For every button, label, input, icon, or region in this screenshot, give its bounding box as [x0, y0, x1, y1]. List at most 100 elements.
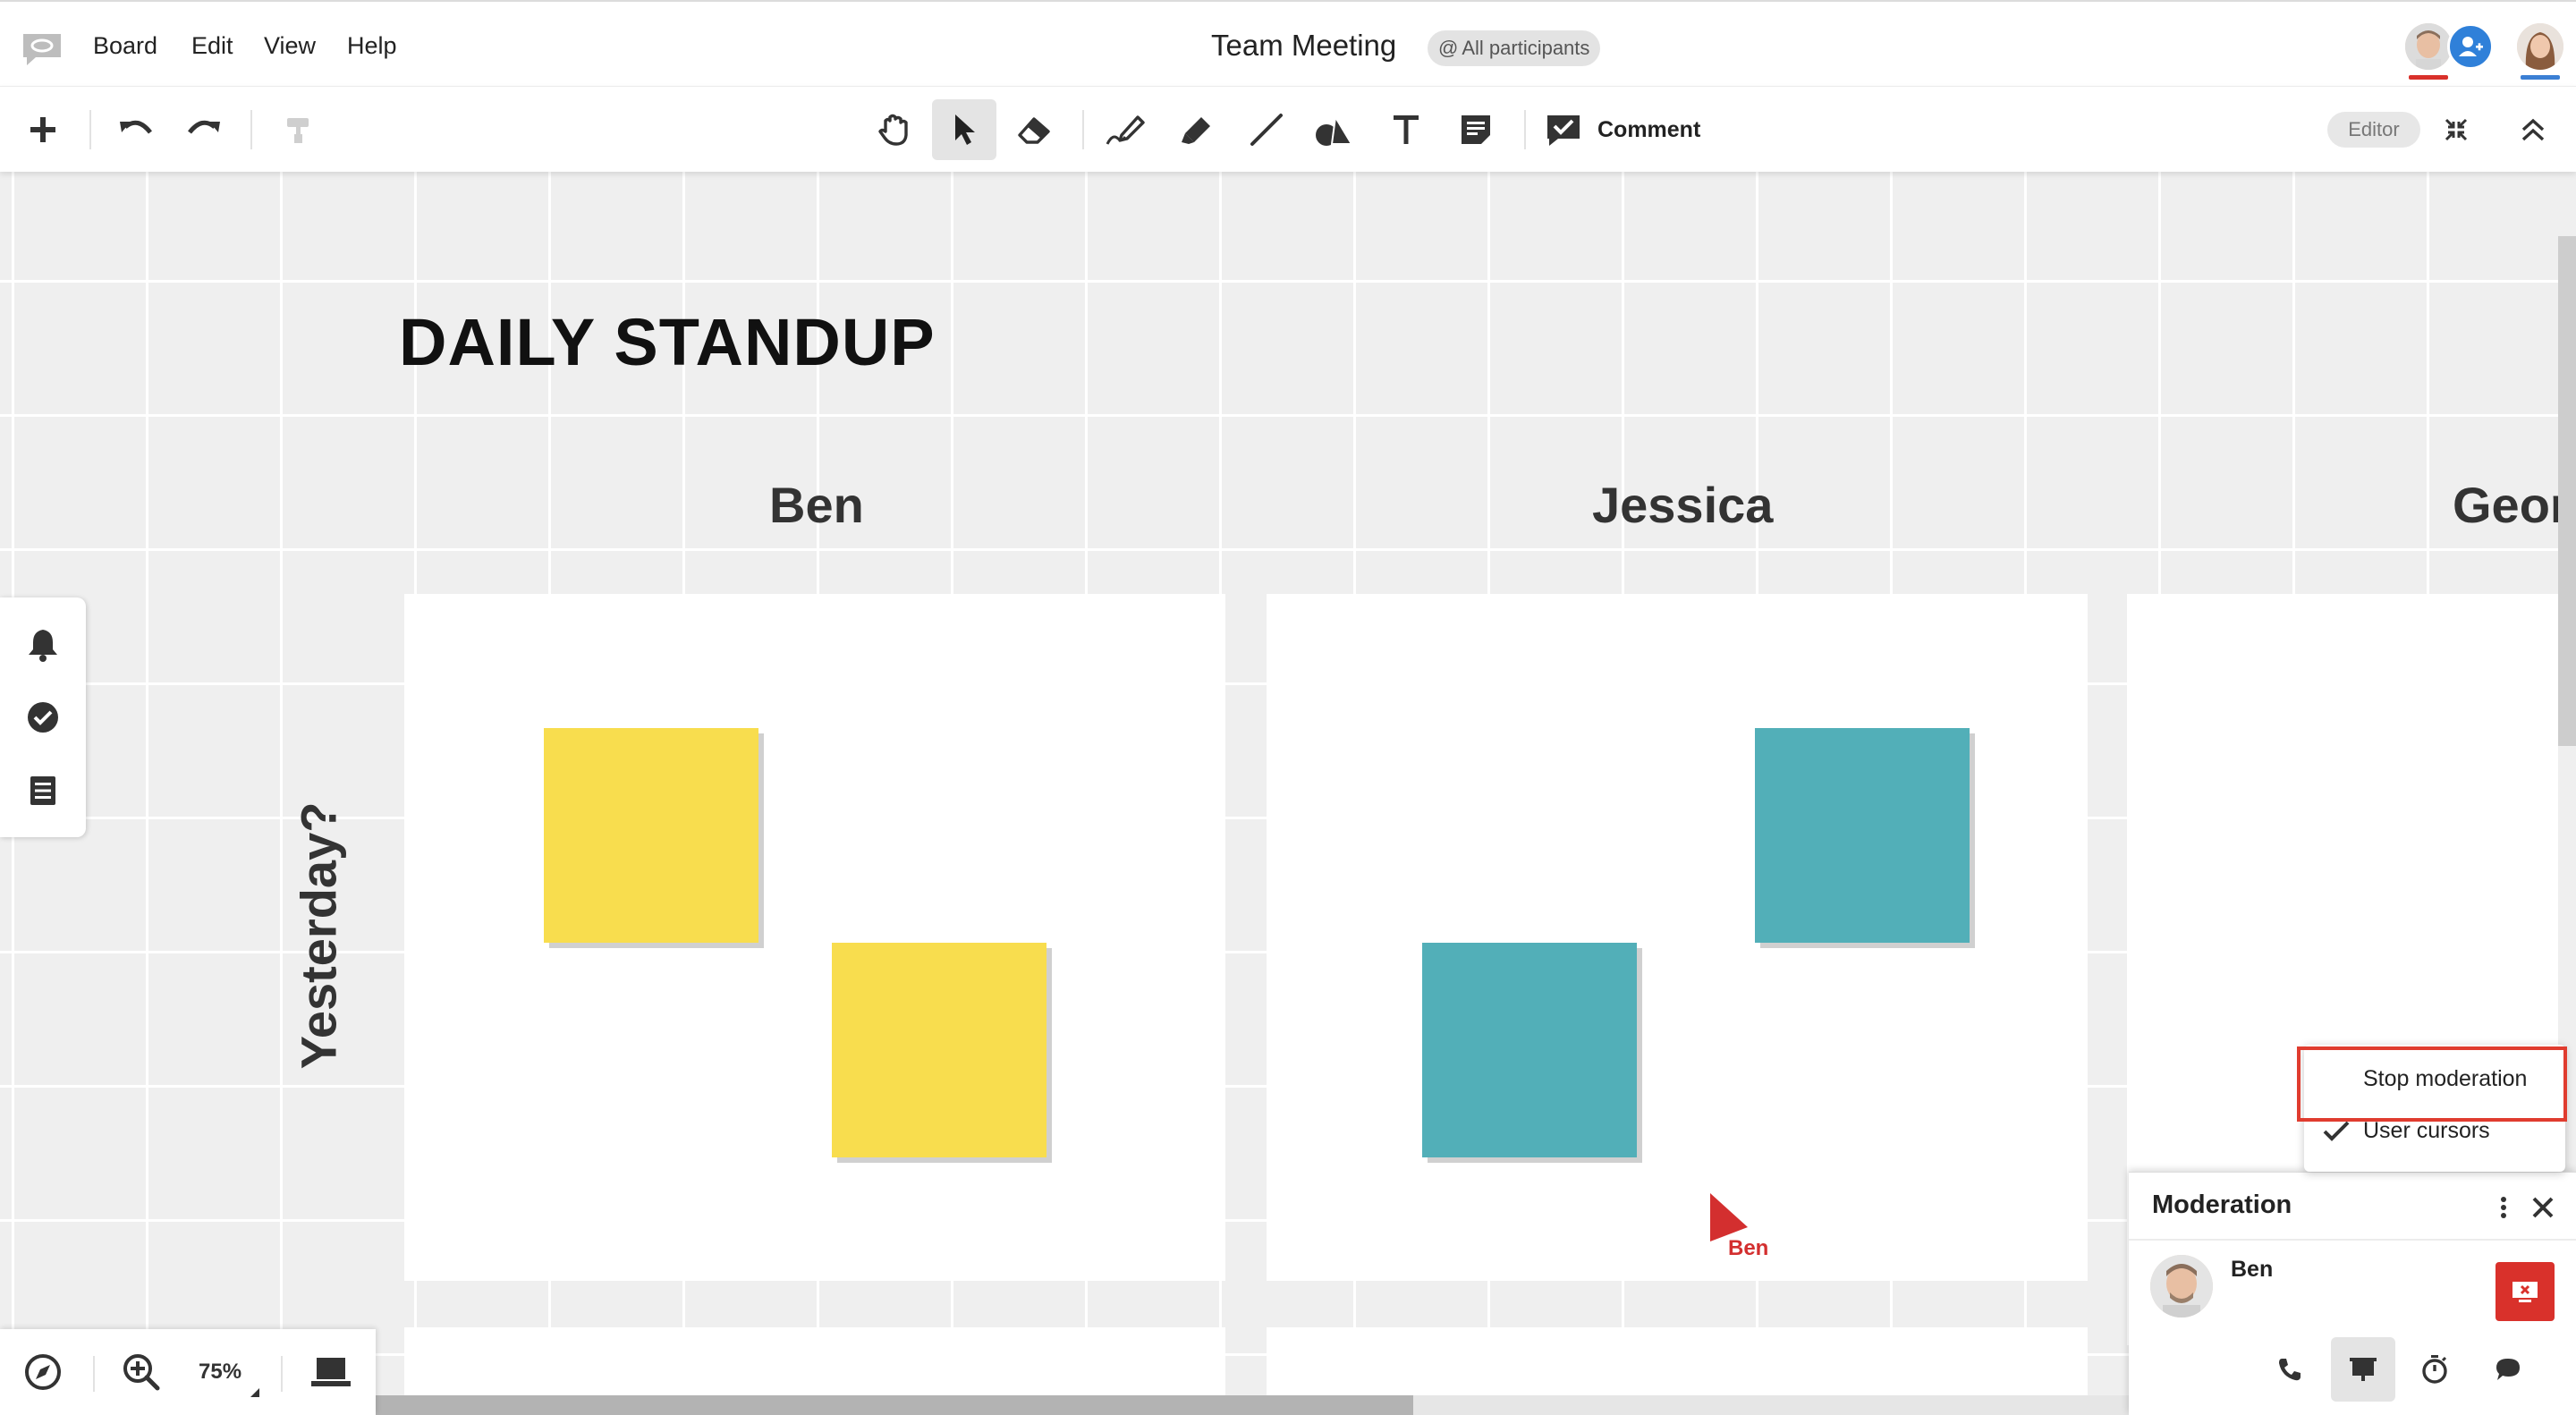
moderation-title: Moderation: [2152, 1190, 2292, 1219]
presentation-button[interactable]: [2331, 1337, 2395, 1402]
app-logo-icon[interactable]: [20, 30, 64, 68]
at-symbol: @: [1438, 37, 1459, 59]
close-moderation-button[interactable]: [2528, 1192, 2558, 1223]
highlighter-tool-button[interactable]: [1165, 99, 1229, 160]
stop-presenting-button[interactable]: [2496, 1262, 2555, 1321]
bottom-controls: 75%: [0, 1329, 376, 1415]
eraser-icon: [1018, 117, 1050, 144]
row-label-yesterday[interactable]: Yesterday?: [290, 802, 348, 1070]
remote-cursor-label: Ben: [1728, 1236, 1769, 1260]
board-heading[interactable]: DAILY STANDUP: [399, 304, 936, 380]
timer-icon: [2422, 1355, 2447, 1384]
moderation-context-menu: Stop moderation User cursors: [2304, 1045, 2565, 1172]
redo-icon: [188, 120, 220, 134]
comment-icon: [1547, 115, 1580, 146]
sticky-note[interactable]: [1755, 728, 1970, 943]
column-heading-jessica[interactable]: Jessica: [1592, 476, 1773, 534]
line-icon: [1250, 114, 1283, 146]
panel-divider: [2129, 1239, 2576, 1241]
chat-icon: [2496, 1359, 2520, 1380]
more-vertical-icon: [2501, 1197, 2506, 1218]
add-user-icon: [2459, 37, 2483, 56]
moderator-avatar: [2150, 1255, 2213, 1318]
zoom-in-icon: [123, 1354, 160, 1391]
toolbar-divider: [1082, 110, 1084, 149]
column-heading-george[interactable]: Geor: [2453, 476, 2570, 534]
participants-chip[interactable]: @ All participants: [1428, 30, 1601, 66]
presentation-mode-button[interactable]: [308, 1349, 354, 1395]
notifications-button[interactable]: [23, 624, 63, 664]
call-button[interactable]: [2258, 1337, 2322, 1402]
hand-icon: [878, 114, 908, 146]
zoom-level[interactable]: 75%: [199, 1360, 242, 1385]
format-painter-button[interactable]: [267, 99, 331, 160]
sticky-note-icon: [1462, 115, 1490, 144]
comment-button[interactable]: Comment: [1544, 106, 1700, 153]
fullscreen-button[interactable]: [2433, 99, 2479, 160]
comment-label: Comment: [1597, 116, 1701, 142]
user-cursors-menu-item[interactable]: User cursors: [2304, 1106, 2565, 1156]
select-tool-button[interactable]: [932, 99, 996, 160]
menu-view[interactable]: View: [264, 32, 316, 60]
line-tool-button[interactable]: [1234, 99, 1299, 160]
moderator-name: Ben: [2231, 1257, 2274, 1282]
board-title[interactable]: Team Meeting: [1211, 29, 1396, 63]
bottom-divider: [93, 1356, 95, 1392]
editor-role-badge[interactable]: Editor: [2327, 112, 2420, 148]
menu-board[interactable]: Board: [93, 32, 157, 60]
pen-icon: [1106, 115, 1145, 145]
more-options-button[interactable]: [2488, 1192, 2519, 1223]
format-painter-icon: [287, 118, 309, 143]
shapes-tool-button[interactable]: [1302, 99, 1367, 160]
presentation-icon: [2350, 1358, 2377, 1381]
close-icon: [2532, 1197, 2554, 1218]
text-tool-button[interactable]: [1374, 99, 1438, 160]
pen-tool-button[interactable]: [1093, 99, 1157, 160]
stop-moderation-menu-item[interactable]: Stop moderation: [2304, 1054, 2565, 1104]
eraser-tool-button[interactable]: [1002, 99, 1066, 160]
redo-button[interactable]: [172, 99, 236, 160]
bell-icon: [29, 630, 57, 662]
navigator-button[interactable]: [20, 1349, 66, 1395]
chat-button[interactable]: [2476, 1337, 2540, 1402]
sticky-note[interactable]: [1422, 943, 1637, 1157]
participant-color-bar: [2409, 75, 2448, 80]
highlighter-icon: [1182, 117, 1210, 144]
undo-button[interactable]: [104, 99, 168, 160]
zoom-in-button[interactable]: [118, 1349, 165, 1395]
vertical-scrollbar-thumb[interactable]: [2558, 236, 2576, 746]
undo-icon: [120, 120, 152, 134]
participant-avatar[interactable]: [2405, 23, 2452, 70]
toolbar-divider: [89, 110, 91, 149]
check-circle-icon: [28, 702, 58, 733]
add-button[interactable]: [11, 99, 75, 160]
toolbar-divider: [250, 110, 252, 149]
stop-moderation-label: Stop moderation: [2363, 1066, 2528, 1091]
outline-button[interactable]: [23, 771, 63, 810]
moderation-panel: Moderation Ben: [2129, 1172, 2576, 1415]
menu-help[interactable]: Help: [347, 32, 397, 60]
participant-color-bar: [2521, 75, 2560, 80]
phone-icon: [2279, 1359, 2301, 1381]
horizontal-scrollbar-thumb[interactable]: [376, 1395, 1413, 1415]
column-heading-ben[interactable]: Ben: [769, 476, 864, 534]
column-panel-ben[interactable]: [404, 594, 1225, 1281]
toolbar-divider: [1524, 110, 1526, 149]
left-side-panel: [0, 597, 86, 837]
user-cursors-label: User cursors: [2363, 1118, 2490, 1143]
sticky-note[interactable]: [544, 728, 758, 943]
tasks-button[interactable]: [23, 698, 63, 737]
collapse-toolbar-button[interactable]: [2510, 99, 2556, 160]
app-window: Board Edit View Help Team Meeting @ All …: [0, 0, 2576, 1415]
participant-avatar[interactable]: [2517, 23, 2563, 70]
timer-button[interactable]: [2402, 1337, 2467, 1402]
zoom-dropdown-caret-icon[interactable]: [250, 1388, 259, 1397]
menu-edit[interactable]: Edit: [191, 32, 233, 60]
sticky-note[interactable]: [832, 943, 1046, 1157]
sticky-note-tool-button[interactable]: [1444, 99, 1508, 160]
invite-user-button[interactable]: [2447, 23, 2494, 70]
compass-icon: [25, 1354, 61, 1390]
laptop-icon: [311, 1358, 351, 1386]
toolbar: Comment Editor: [0, 86, 2576, 172]
hand-tool-button[interactable]: [862, 99, 927, 160]
